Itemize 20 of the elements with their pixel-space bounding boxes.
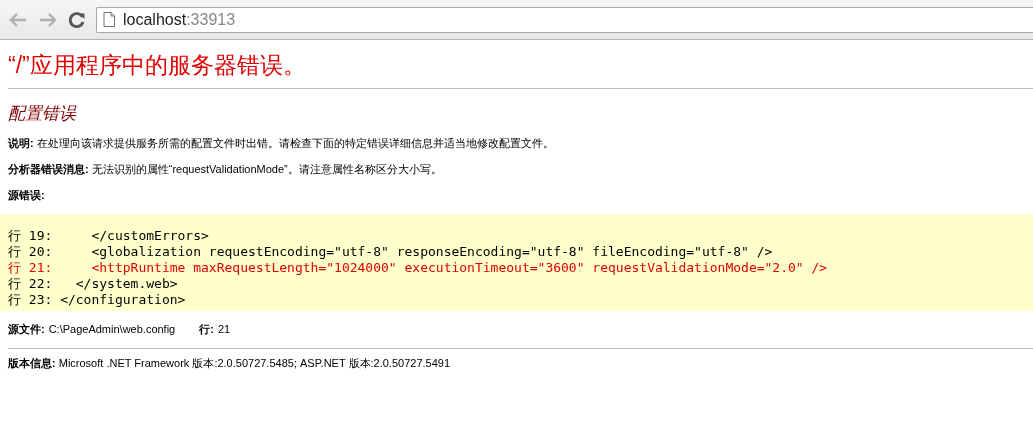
error-paragraph: 源错误: (8, 188, 46, 203)
reload-icon[interactable] (68, 10, 86, 29)
page-icon (103, 12, 115, 27)
version-info: 版本信息: Microsoft .NET Framework 版本:2.0.50727.5485; ASP.NET 版本:2.0.50727.5491 (8, 356, 452, 371)
error-paragraph: 说明: 在处理向该请求提供服务所需的配置文件时出错。请检查下面的特定错误详细信息并适当地修改配置文件。 (8, 136, 555, 151)
line-label: 行: (199, 322, 214, 337)
error-heading: 配置错误 (8, 103, 78, 125)
page-title: “/”应用程序中的服务器错误。 (8, 51, 307, 80)
code-line: 行 22: </system.web> (8, 276, 178, 292)
source-file-path: C:\PageAdmin\web.config (48, 322, 176, 337)
forward-icon[interactable] (38, 11, 58, 28)
code-line: 行 21: <httpRuntime maxRequestLength="1024000" executionTimeout="3600" requestValidationMode="2.0" /> (8, 260, 828, 276)
back-icon[interactable] (8, 11, 28, 28)
line-number: 21 (217, 322, 231, 337)
code-line: 行 20: <globalization requestEncoding="utf-8" responseEncoding="utf-8" fileEncoding="utf-8" /> (8, 244, 773, 260)
address-bar[interactable]: localhost:33913 (96, 6, 1033, 33)
code-line: 行 19: </customErrors> (8, 228, 209, 244)
source-file-label: 源文件: (8, 322, 45, 337)
error-paragraph: 分析器错误消息: 无法识别的属性“requestValidationMode”。请注意属性名称区分大小写。 (8, 162, 443, 177)
code-line: 行 23: </configuration> (8, 292, 186, 308)
